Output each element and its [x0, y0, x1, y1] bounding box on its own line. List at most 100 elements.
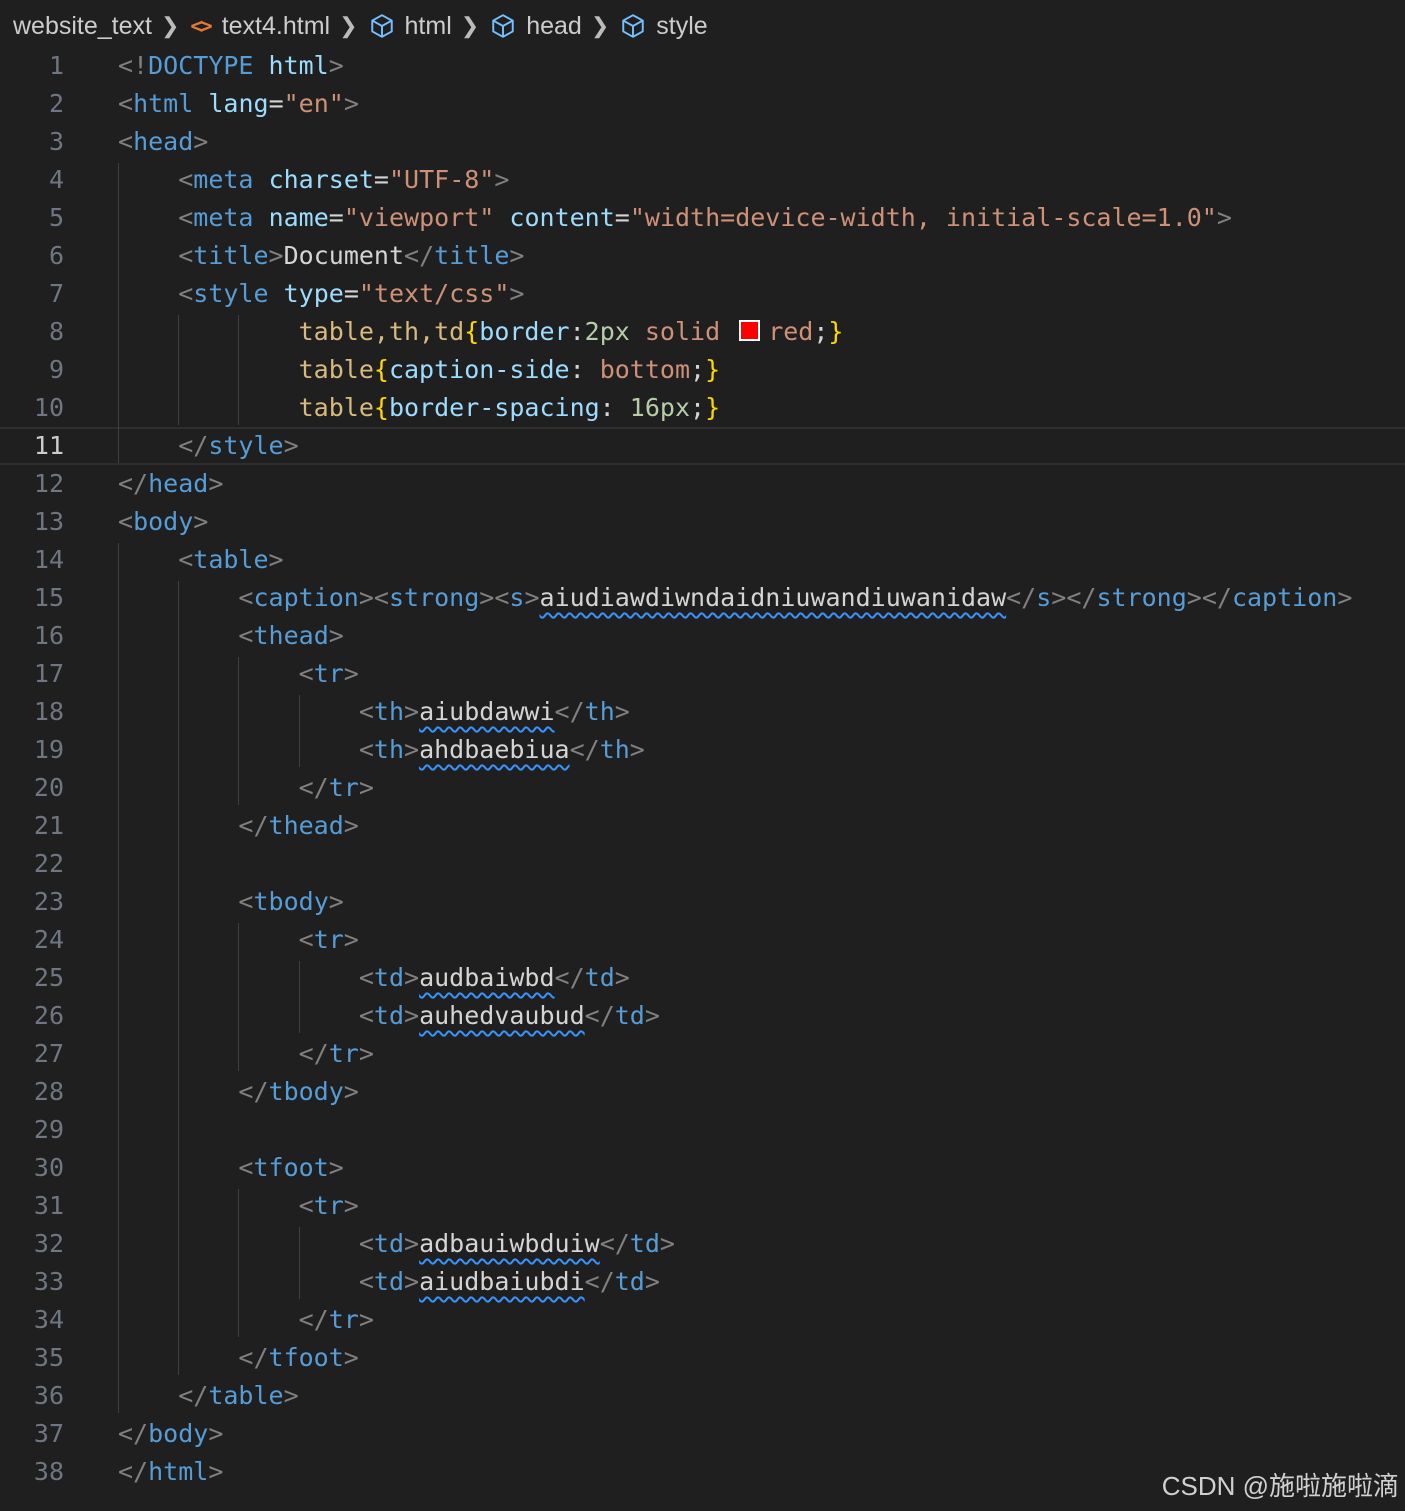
code-text: table,th,td{border:2px solid red;} — [298, 317, 844, 346]
code-line[interactable]: 8 table,th,td{border:2px solid red;} — [0, 313, 1405, 351]
line-number[interactable]: 17 — [0, 655, 64, 693]
line-number[interactable]: 3 — [0, 123, 64, 161]
line-number[interactable]: 15 — [0, 579, 64, 617]
code-line[interactable]: 6 <title>Document</title> — [0, 237, 1405, 275]
code-line[interactable]: 5 <meta name="viewport" content="width=d… — [0, 199, 1405, 237]
code-line[interactable]: 10 table{border-spacing: 16px;} — [0, 389, 1405, 427]
line-number[interactable]: 35 — [0, 1339, 64, 1377]
code-line[interactable]: 1 <!DOCTYPE html> — [0, 47, 1405, 85]
code-line[interactable]: 29 — [0, 1111, 1405, 1149]
line-number[interactable]: 20 — [0, 769, 64, 807]
code-editor[interactable]: 1 <!DOCTYPE html> 2 <html lang="en"> 3 <head>… — [0, 47, 1405, 1491]
breadcrumb-html[interactable]: html — [369, 12, 452, 41]
line-number[interactable]: 7 — [0, 275, 64, 313]
line-number[interactable]: 10 — [0, 389, 64, 427]
line-number[interactable]: 2 — [0, 85, 64, 123]
line-number[interactable]: 32 — [0, 1225, 64, 1263]
line-number[interactable]: 24 — [0, 921, 64, 959]
code-line[interactable]: 14 <table> — [0, 541, 1405, 579]
line-number[interactable]: 8 — [0, 313, 64, 351]
code-line[interactable]: 36 </table> — [0, 1377, 1405, 1415]
line-number[interactable]: 5 — [0, 199, 64, 237]
code-text: <html lang="en"> — [118, 89, 359, 118]
color-swatch[interactable] — [739, 320, 761, 341]
code-text: </tbody> — [238, 1077, 359, 1106]
line-number[interactable]: 19 — [0, 731, 64, 769]
code-text: <caption><strong><s>aiudiawdiwndaidniuwa… — [238, 583, 1353, 612]
indent-guide — [238, 657, 240, 805]
line-number[interactable]: 4 — [0, 161, 64, 199]
indent-guide — [298, 961, 300, 1033]
breadcrumb-head[interactable]: head — [490, 12, 582, 41]
breadcrumb-style[interactable]: style — [620, 12, 708, 41]
line-number[interactable]: 28 — [0, 1073, 64, 1111]
code-text: </tr> — [298, 773, 374, 802]
line-number[interactable]: 38 — [0, 1453, 64, 1491]
code-line[interactable]: 19 <th>ahdbaebiua</th> — [0, 731, 1405, 769]
line-number[interactable]: 30 — [0, 1149, 64, 1187]
line-number[interactable]: 1 — [0, 47, 64, 85]
line-number[interactable]: 27 — [0, 1035, 64, 1073]
code-text: <tfoot> — [238, 1153, 344, 1182]
indent-guide — [178, 581, 180, 1375]
line-number[interactable]: 29 — [0, 1111, 64, 1149]
code-line[interactable]: 11 </style> — [0, 427, 1405, 465]
line-number[interactable]: 21 — [0, 807, 64, 845]
line-number[interactable]: 6 — [0, 237, 64, 275]
line-number[interactable]: 23 — [0, 883, 64, 921]
code-line[interactable]: 24 <tr> — [0, 921, 1405, 959]
line-number[interactable]: 34 — [0, 1301, 64, 1339]
code-line[interactable]: 7 <style type="text/css"> — [0, 275, 1405, 313]
code-line[interactable]: 2 <html lang="en"> — [0, 85, 1405, 123]
code-line[interactable]: 28 </tbody> — [0, 1073, 1405, 1111]
line-number[interactable]: 11 — [0, 429, 64, 463]
breadcrumb-file[interactable]: <> text4.html — [190, 12, 330, 41]
code-text: <td>aiudbaiubdi</td> — [358, 1267, 660, 1296]
breadcrumb-html-label: html — [404, 11, 452, 40]
line-number[interactable]: 9 — [0, 351, 64, 389]
line-number[interactable]: 18 — [0, 693, 64, 731]
code-line[interactable]: 17 <tr> — [0, 655, 1405, 693]
code-line[interactable]: 12 </head> — [0, 465, 1405, 503]
code-line[interactable]: 3 <head> — [0, 123, 1405, 161]
code-line[interactable]: 27 </tr> — [0, 1035, 1405, 1073]
code-line[interactable]: 25 <td>audbaiwbd</td> — [0, 959, 1405, 997]
line-number[interactable]: 13 — [0, 503, 64, 541]
breadcrumb-head-label: head — [526, 11, 582, 40]
code-line[interactable]: 16 <thead> — [0, 617, 1405, 655]
line-number[interactable]: 33 — [0, 1263, 64, 1301]
code-line[interactable]: 21 </thead> — [0, 807, 1405, 845]
chevron-right-icon: ❯ — [460, 13, 480, 38]
code-line[interactable]: 35 </tfoot> — [0, 1339, 1405, 1377]
indent-guide — [178, 315, 180, 425]
code-line[interactable]: 34 </tr> — [0, 1301, 1405, 1339]
watermark: CSDN @施啦施啦滴 — [1161, 1471, 1399, 1501]
code-line[interactable]: 33 <td>aiudbaiubdi</td> — [0, 1263, 1405, 1301]
code-line[interactable]: 20 </tr> — [0, 769, 1405, 807]
code-line[interactable]: 9 table{caption-side: bottom;} — [0, 351, 1405, 389]
line-number[interactable]: 31 — [0, 1187, 64, 1225]
code-line[interactable]: 31 <tr> — [0, 1187, 1405, 1225]
code-line[interactable]: 32 <td>adbauiwbduiw</td> — [0, 1225, 1405, 1263]
line-number[interactable]: 14 — [0, 541, 64, 579]
breadcrumb-folder[interactable]: website_text — [13, 12, 152, 41]
code-line[interactable]: 15 <caption><strong><s>aiudiawdiwndaidni… — [0, 579, 1405, 617]
line-number[interactable]: 26 — [0, 997, 64, 1035]
code-text: </body> — [118, 1419, 224, 1448]
html-file-icon: <> — [190, 14, 212, 38]
code-line[interactable]: 26 <td>auhedvaubud</td> — [0, 997, 1405, 1035]
line-number[interactable]: 22 — [0, 845, 64, 883]
line-number[interactable]: 36 — [0, 1377, 64, 1415]
code-line[interactable]: 13 <body> — [0, 503, 1405, 541]
code-line[interactable]: 22 — [0, 845, 1405, 883]
code-line[interactable]: 23 <tbody> — [0, 883, 1405, 921]
line-number[interactable]: 16 — [0, 617, 64, 655]
code-line[interactable]: 18 <th>aiubdawwi</th> — [0, 693, 1405, 731]
line-number[interactable]: 37 — [0, 1415, 64, 1453]
line-number[interactable]: 12 — [0, 465, 64, 503]
code-line[interactable]: 37 </body> — [0, 1415, 1405, 1453]
line-number[interactable]: 25 — [0, 959, 64, 997]
code-line[interactable]: 30 <tfoot> — [0, 1149, 1405, 1187]
code-line[interactable]: 4 <meta charset="UTF-8"> — [0, 161, 1405, 199]
code-text: <td>audbaiwbd</td> — [358, 963, 630, 992]
